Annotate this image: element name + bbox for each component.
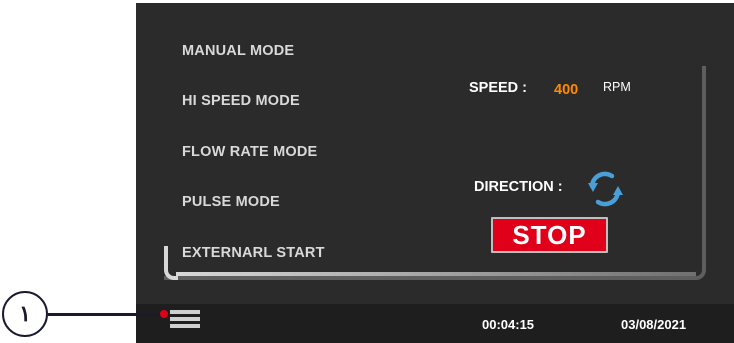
mode-pulse[interactable]: PULSE MODE [182, 194, 280, 210]
current-date: 03/08/2021 [621, 317, 687, 332]
callout-pointer-dot [160, 310, 168, 318]
speed-unit: RPM [603, 80, 631, 94]
speed-value: 400 [554, 82, 579, 98]
mode-manual[interactable]: MANUAL MODE [182, 43, 294, 59]
callout-leader-line [48, 313, 166, 316]
speed-label: SPEED : [469, 80, 528, 96]
mode-external-start[interactable]: EXTERNARL START [182, 245, 325, 261]
elapsed-time: 00:04:15 [482, 317, 535, 332]
direction-label: DIRECTION : [474, 179, 563, 195]
rotate-arrows-icon[interactable] [584, 170, 626, 208]
mode-panel-divider [176, 272, 696, 276]
stop-button[interactable]: STOP [491, 217, 608, 253]
hamburger-menu-icon[interactable] [170, 310, 200, 332]
callout-marker: ١ [2, 291, 48, 337]
mode-flow-rate[interactable]: FLOW RATE MODE [182, 144, 317, 160]
mode-hi-speed[interactable]: HI SPEED MODE [182, 93, 300, 109]
